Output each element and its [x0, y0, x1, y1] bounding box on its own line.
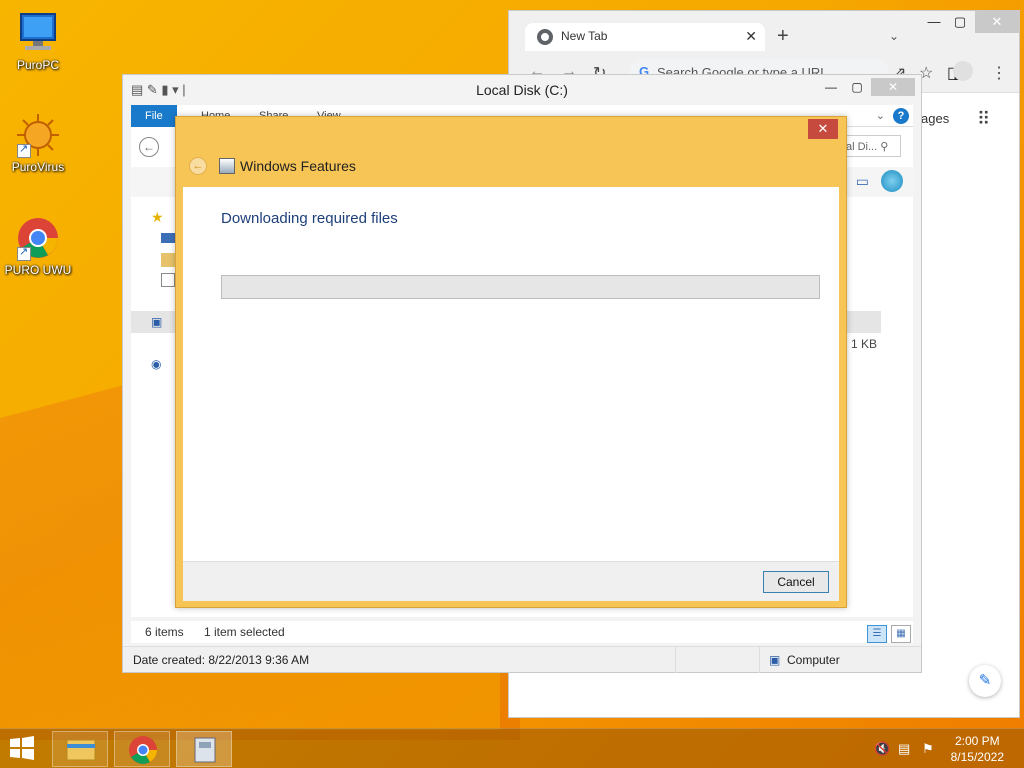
chrome-icon: [129, 736, 157, 764]
desktop-icon-puro-uwu[interactable]: PURO UWU: [0, 215, 76, 277]
chrome-tab[interactable]: New Tab ✕: [525, 23, 765, 51]
shortcut-arrow-icon: [17, 245, 31, 261]
clock-date: 8/15/2022: [950, 750, 1004, 764]
desktop-icon-label: PuroVirus: [11, 160, 65, 174]
taskbar-windows-features[interactable]: [176, 731, 232, 767]
status-item-count: 6 items: [145, 625, 184, 639]
globe-icon[interactable]: [881, 170, 903, 192]
chevron-down-icon[interactable]: ⌄: [876, 109, 885, 122]
network-icon[interactable]: ◉: [151, 357, 161, 371]
desktop-icon-puropc[interactable]: PuroPC: [0, 10, 76, 72]
windows-logo-icon: [10, 736, 34, 760]
folder-icon[interactable]: [161, 253, 175, 267]
computer-icon[interactable]: ▣: [151, 315, 162, 329]
table-row[interactable]: [841, 311, 881, 333]
windows-features-icon: [194, 737, 216, 763]
computer-icon: [15, 10, 61, 56]
taskbar: 🔇 ▤ ⚑ 2:00 PM 8/15/2022: [0, 728, 1024, 768]
dialog-content: Downloading required files: [183, 187, 839, 561]
desktop-icon-purovirus[interactable]: PuroVirus: [0, 112, 76, 174]
explorer-titlebar: ▤ ✎ ▮ ▾ | Local Disk (C:) — ▢ ✕: [123, 75, 921, 105]
desktop-icon-label: PURO UWU: [4, 263, 72, 277]
back-icon[interactable]: ←: [139, 137, 159, 157]
chrome-icon: [15, 215, 61, 261]
back-icon[interactable]: ←: [189, 157, 207, 175]
close-button[interactable]: ✕: [975, 11, 1019, 33]
new-tab-button[interactable]: +: [777, 25, 789, 48]
divider: [675, 647, 676, 673]
maximize-button[interactable]: ▢: [945, 11, 975, 33]
chevron-down-icon[interactable]: ⌄: [889, 29, 899, 43]
start-button[interactable]: [8, 735, 40, 763]
search-input[interactable]: al Di... ⚲: [841, 135, 901, 157]
action-center-flag-icon[interactable]: ⚑: [922, 741, 934, 757]
profile-icon[interactable]: [953, 61, 973, 81]
windows-features-icon: [219, 158, 235, 174]
large-icons-view-icon[interactable]: ▦: [891, 625, 911, 643]
clock-time: 2:00 PM: [954, 734, 1000, 748]
details-bar: Date created: 8/22/2013 9:36 AM ▣ Comput…: [123, 646, 921, 673]
details-view-icon[interactable]: ☰: [867, 625, 887, 643]
chrome-tab-icon: [537, 29, 553, 45]
status-selected: 1 item selected: [204, 625, 285, 639]
windows-features-dialog: ✕ ← Windows Features Downloading require…: [175, 116, 847, 608]
close-button[interactable]: ✕: [871, 78, 915, 96]
status-bar: 6 items 1 item selected ☰ ▦: [131, 621, 913, 643]
computer-icon: ▣: [769, 653, 781, 667]
dialog-title: Windows Features: [240, 158, 356, 174]
edit-icon[interactable]: ✎: [969, 665, 1001, 697]
search-placeholder: al Di...: [846, 141, 878, 153]
cancel-button[interactable]: Cancel: [763, 571, 829, 593]
apps-icon[interactable]: ⠿: [977, 109, 990, 130]
recent-places-icon[interactable]: [161, 273, 175, 287]
location-label: Computer: [787, 653, 840, 667]
maximize-button[interactable]: ▢: [843, 78, 871, 96]
dialog-footer: Cancel: [183, 561, 839, 601]
tab-file[interactable]: File: [131, 105, 177, 127]
volume-muted-icon[interactable]: 🔇: [874, 741, 890, 757]
file-size: 1 KB: [851, 337, 878, 351]
progress-bar: [221, 275, 820, 299]
window-title: Local Disk (C:): [476, 82, 568, 98]
close-icon[interactable]: ✕: [745, 28, 757, 45]
desktop-icon-label: PuroPC: [16, 58, 60, 72]
minimize-button[interactable]: —: [817, 78, 845, 96]
divider: [759, 647, 760, 673]
taskbar-file-explorer[interactable]: [52, 731, 108, 767]
file-explorer-icon: [66, 739, 96, 761]
shortcut-arrow-icon: [17, 142, 31, 158]
date-created: Date created: 8/22/2013 9:36 AM: [133, 653, 310, 667]
chrome-tab-title: New Tab: [561, 29, 608, 43]
view-details-icon[interactable]: ▭: [856, 173, 869, 190]
menu-icon[interactable]: ⋮: [991, 63, 1007, 83]
dialog-heading: Downloading required files: [221, 210, 398, 227]
images-link[interactable]: ages: [921, 111, 949, 126]
close-button[interactable]: ✕: [808, 119, 838, 139]
star-icon[interactable]: ★: [151, 209, 164, 226]
virus-icon: [15, 112, 61, 158]
taskbar-chrome[interactable]: [114, 731, 170, 767]
network-icon[interactable]: ▤: [898, 741, 910, 757]
taskbar-clock[interactable]: 2:00 PM 8/15/2022: [951, 733, 1004, 765]
help-icon[interactable]: ?: [893, 108, 909, 124]
